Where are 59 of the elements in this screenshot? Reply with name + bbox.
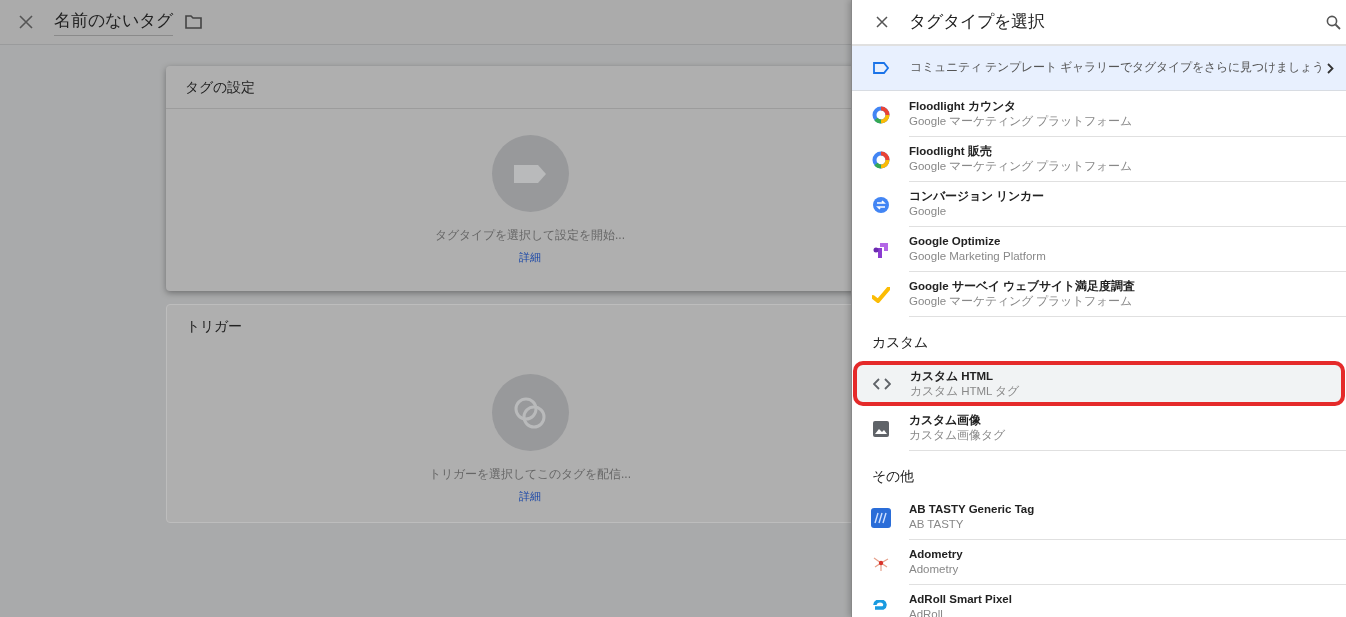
tag-type-vendor: カスタム画像タグ: [909, 428, 1006, 443]
close-icon: [19, 15, 33, 29]
tag-type-item[interactable]: Floodlight カウンタ Google マーケティング プラットフォーム: [852, 92, 1346, 137]
close-icon: [876, 16, 888, 28]
search-button[interactable]: [1324, 13, 1342, 31]
tag-type-vendor: Google マーケティング プラットフォーム: [909, 159, 1134, 174]
folder-icon[interactable]: [185, 15, 202, 29]
tag-type-name: カスタム画像: [909, 413, 982, 428]
tag-type-vendor: Google Marketing Platform: [909, 249, 1047, 264]
banner-text: コミュニティ テンプレート ギャラリーでタグタイプをさらに見つけましょう: [910, 60, 1325, 76]
tag-type-name: Floodlight カウンタ: [909, 99, 1017, 114]
tag-outline-icon: [873, 62, 889, 74]
tag-type-name: Google サーベイ ウェブサイト満足度調査: [909, 279, 1136, 294]
tag-type-item[interactable]: Floodlight 販売 Google マーケティング プラットフォーム: [852, 137, 1346, 182]
tag-type-vendor: AB TASTY: [909, 517, 965, 532]
check-icon: [871, 286, 890, 303]
settings-card[interactable]: タグの設定 タグタイプを選択して設定を開始... 詳細: [166, 66, 851, 291]
tag-type-vendor: Google マーケティング プラットフォーム: [909, 114, 1134, 129]
card-title: トリガー: [186, 317, 242, 336]
settings-card[interactable]: トリガー トリガーを選択してこのタグを配信... 詳細: [166, 304, 851, 523]
panel-title: タグタイプを選択: [909, 11, 1045, 34]
tag-type-vendor: Adometry: [909, 562, 960, 577]
tag-type-vendor: カスタム HTML タグ: [910, 383, 1021, 399]
tag-type-name: Adometry: [909, 547, 964, 562]
gallery-banner[interactable]: コミュニティ テンプレート ギャラリーでタグタイプをさらに見つけましょう: [852, 46, 1346, 91]
tag-type-name: カスタム HTML: [910, 368, 995, 384]
tag-type-vendor: Google マーケティング プラットフォーム: [909, 294, 1134, 309]
tag-type-item[interactable]: コンバージョン リンカー Google: [852, 182, 1346, 227]
code-icon: [872, 377, 891, 390]
tag-type-name: Google Optimize: [909, 234, 1002, 249]
swap-arrows-icon: [871, 195, 890, 214]
ab-logo-icon: [870, 507, 891, 528]
search-icon: [1325, 14, 1341, 30]
arrows-icon: [872, 240, 889, 259]
section-heading: その他: [872, 467, 914, 486]
tag-type-vendor: Google: [909, 204, 948, 219]
tag-type-item[interactable]: Google Optimize Google Marketing Platform: [852, 227, 1346, 272]
tag-type-name: コンバージョン リンカー: [909, 189, 1046, 204]
hint-text: トリガーを選択してこのタグを配信...: [429, 466, 631, 483]
tag-type-name: AB TASTY Generic Tag: [909, 502, 1036, 517]
tag-type-name: AdRoll Smart Pixel: [909, 592, 1013, 607]
tag-icon: [514, 164, 546, 183]
tag-type-item[interactable]: AB TASTY Generic Tag AB TASTY: [852, 495, 1346, 540]
section-heading: カスタム: [872, 333, 928, 352]
ring-icon: [871, 150, 890, 169]
hint-text: タグタイプを選択して設定を開始...: [435, 227, 625, 244]
tag-type-name: Floodlight 販売: [909, 144, 993, 159]
details-link[interactable]: 詳細: [519, 249, 541, 266]
chevron-right-icon: [1327, 62, 1334, 74]
image-icon: [872, 420, 889, 437]
card-title: タグの設定: [185, 77, 255, 97]
details-link[interactable]: 詳細: [519, 488, 541, 505]
ring-icon: [871, 105, 890, 124]
overlapping-circles-icon: [513, 395, 547, 430]
tag-type-item[interactable]: カスタム画像 カスタム画像タグ: [852, 406, 1346, 451]
tag-type-item[interactable]: カスタム HTML カスタム HTML タグ: [853, 361, 1345, 406]
tag-type-item[interactable]: Adometry Adometry: [852, 540, 1346, 585]
tag-name-field[interactable]: 名前のないタグ: [54, 7, 173, 37]
tag-type-item[interactable]: Google サーベイ ウェブサイト満足度調査 Google マーケティング プラットフォーム: [852, 272, 1346, 317]
